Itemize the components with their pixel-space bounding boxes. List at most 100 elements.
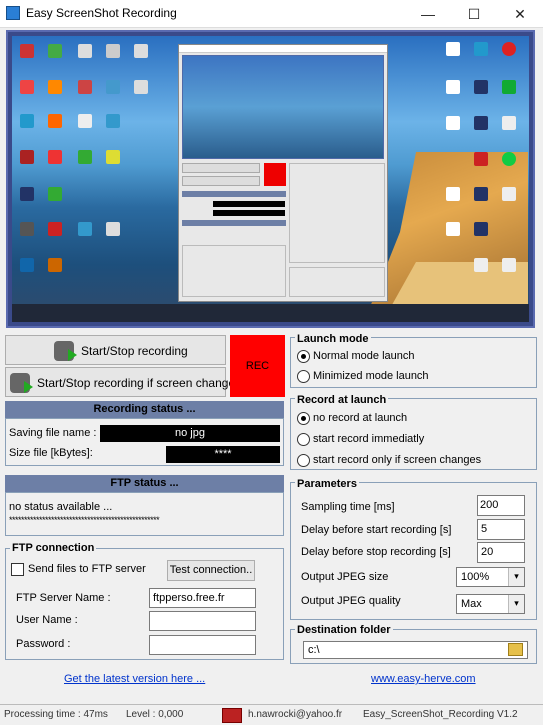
parameters-group: Parameters Sampling time [ms] 200 Delay … [290, 478, 537, 620]
desktop-icon [502, 258, 516, 272]
record-if-changes-radio[interactable] [297, 454, 310, 467]
record-immediately-radio[interactable] [297, 433, 310, 446]
destination-input[interactable]: c:\ [303, 641, 528, 659]
desktop-icon [474, 258, 488, 272]
folder-icon[interactable] [508, 643, 523, 656]
desktop-icon [20, 222, 34, 236]
size-file-label: Size file [kBytes]: [9, 447, 93, 459]
launch-minimized-radio[interactable] [297, 370, 310, 383]
desktop-icon [48, 80, 62, 94]
size-file-value: **** [166, 446, 280, 463]
desktop-icon [48, 187, 62, 201]
desktop-icon [474, 80, 488, 94]
start-stop-changes-button[interactable]: Start/Stop recording if screen changes [5, 367, 241, 397]
ftp-status-stars: ****************************************… [9, 515, 160, 525]
desktop-icon [106, 222, 120, 236]
desktop-icon [502, 42, 516, 56]
test-connection-button[interactable]: Test connection.. [167, 560, 255, 581]
play-icon [68, 349, 77, 361]
password-label: Password : [16, 638, 71, 650]
desktop-icon [48, 150, 62, 164]
password-input[interactable] [149, 635, 256, 655]
level-indicator [222, 708, 242, 723]
delay-start-input[interactable]: 5 [477, 519, 525, 540]
send-ftp-checkbox[interactable] [11, 563, 24, 576]
delay-stop-input[interactable]: 20 [477, 542, 525, 563]
jpeg-size-label: Output JPEG size [301, 571, 389, 583]
desktop-icon [446, 222, 460, 236]
chevron-down-icon: ▾ [508, 568, 524, 586]
chevron-down-icon: ▾ [508, 595, 524, 613]
desktop-icon [474, 152, 488, 166]
start-stop-button[interactable]: Start/Stop recording [5, 335, 226, 365]
desktop-icon [48, 114, 62, 128]
desktop-icon [502, 80, 516, 94]
desktop-icon [134, 80, 148, 94]
desktop-icon [78, 44, 92, 58]
desktop-icon [106, 80, 120, 94]
desktop-icon [134, 44, 148, 58]
desktop-icon [20, 80, 34, 94]
processing-time: Processing time : 47ms [4, 709, 108, 720]
desktop-icon [474, 116, 488, 130]
ftp-server-label: FTP Server Name : [16, 592, 111, 604]
desktop-icon [20, 150, 34, 164]
desktop-icon [78, 80, 92, 94]
desktop-icon [474, 42, 488, 56]
window-title: Easy ScreenShot Recording [26, 6, 177, 20]
send-ftp-label: Send files to FTP server [28, 563, 146, 575]
screen-preview [6, 30, 535, 328]
desktop-icon [78, 222, 92, 236]
record-immediately-label: start record immediatly [313, 433, 425, 445]
record-if-changes-label: start record only if screen changes [313, 454, 482, 466]
user-name-input[interactable] [149, 611, 256, 631]
desktop-icon [20, 187, 34, 201]
desktop-icon [446, 80, 460, 94]
jpeg-quality-value: Max [461, 598, 482, 610]
close-button[interactable]: ✕ [497, 0, 543, 28]
ftp-status-panel: no status available ... ****************… [5, 492, 284, 536]
desktop-taskbar [12, 304, 529, 322]
desktop-icon [48, 258, 62, 272]
desktop-icon [78, 114, 92, 128]
desktop-icon [20, 114, 34, 128]
website-link[interactable]: www.easy-herve.com [371, 673, 476, 685]
delay-start-label: Delay before start recording [s] [301, 524, 452, 536]
desktop-icon [474, 187, 488, 201]
status-bar: Processing time : 47ms Level : 0,000 h.n… [0, 704, 543, 725]
destination-title: Destination folder [295, 624, 393, 636]
desktop-icon [20, 258, 34, 272]
start-stop-changes-label: Start/Stop recording if screen changes [37, 376, 242, 390]
recording-status-panel: Saving file name : no jpg Size file [kBy… [5, 418, 284, 466]
jpeg-size-value: 100% [461, 571, 490, 583]
ftp-connection-group: FTP connection Send files to FTP server … [5, 542, 284, 660]
user-name-label: User Name : [16, 614, 78, 626]
no-record-radio[interactable] [297, 412, 310, 425]
desktop-icon [446, 42, 460, 56]
jpeg-size-select[interactable]: 100% ▾ [456, 567, 525, 587]
ftp-connection-title: FTP connection [10, 542, 97, 554]
desktop-icon [20, 44, 34, 58]
ftp-server-input[interactable]: ftpperso.free.fr [149, 588, 256, 608]
close-icon: ✕ [514, 6, 526, 22]
rec-indicator: REC [230, 335, 285, 397]
no-record-label: no record at launch [313, 412, 408, 424]
jpeg-quality-select[interactable]: Max ▾ [456, 594, 525, 614]
desktop-icon [48, 222, 62, 236]
launch-normal-label: Normal mode launch [313, 350, 415, 362]
ftp-status-header: FTP status ... [5, 475, 284, 492]
latest-version-link[interactable]: Get the latest version here ... [64, 673, 205, 685]
desktop-icon [502, 187, 516, 201]
desktop-icon [106, 44, 120, 58]
maximize-button[interactable]: ☐ [451, 0, 497, 28]
saving-file-value: no jpg [100, 425, 280, 442]
minimize-button[interactable]: — [405, 0, 451, 28]
launch-normal-radio[interactable] [297, 350, 310, 363]
record-at-launch-group: Record at launch no record at launch sta… [290, 394, 537, 470]
author-email: h.nawrocki@yahoo.fr [248, 709, 343, 720]
desktop-icon [78, 150, 92, 164]
desktop-icon [48, 44, 62, 58]
sampling-input[interactable]: 200 [477, 495, 525, 516]
destination-group: Destination folder c:\ [290, 624, 537, 664]
desktop-icon [446, 187, 460, 201]
